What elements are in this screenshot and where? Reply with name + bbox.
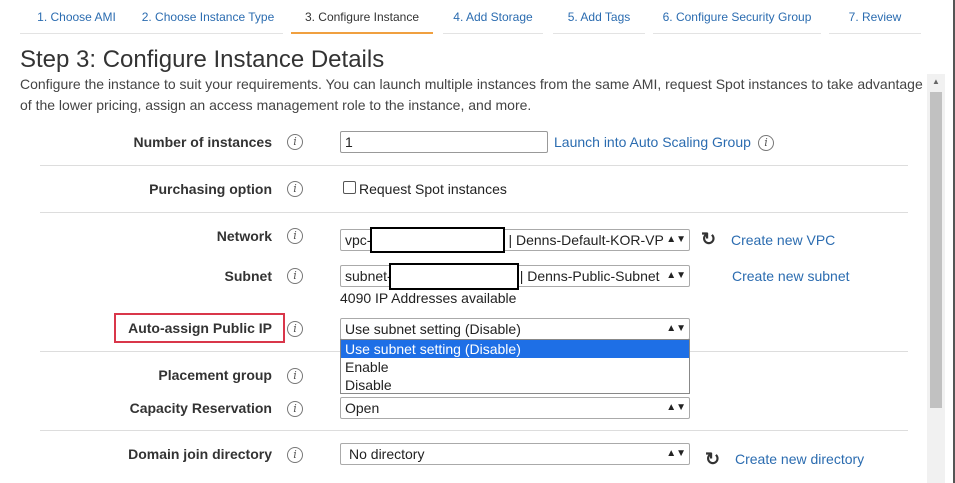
auto-assign-ip-select[interactable]: Use subnet setting (Disable) ▲▼ [340, 318, 690, 340]
vertical-scrollbar[interactable]: ▲ [927, 74, 945, 483]
tab-add-storage[interactable]: 4. Add Storage [443, 0, 543, 34]
spot-instances-checkbox[interactable] [343, 181, 356, 194]
spot-instances-label: Request Spot instances [359, 181, 507, 197]
redaction-box [370, 227, 505, 253]
subnet-prefix: subnet- [345, 268, 392, 284]
scroll-thumb[interactable] [930, 92, 942, 408]
page-title: Step 3: Configure Instance Details [20, 46, 385, 73]
tab-configure-security-group[interactable]: 6. Configure Security Group [653, 0, 821, 34]
dropdown-option[interactable]: Enable [341, 358, 689, 376]
refresh-icon[interactable]: ↻ [701, 230, 716, 248]
number-of-instances-input[interactable] [340, 131, 548, 153]
domain-join-label: Domain join directory [128, 446, 272, 462]
divider [40, 212, 908, 213]
tab-add-tags[interactable]: 5. Add Tags [553, 0, 645, 34]
network-prefix: vpc- [345, 232, 372, 248]
info-icon[interactable]: i [287, 368, 303, 384]
dropdown-option[interactable]: Disable [341, 376, 689, 394]
divider [40, 430, 908, 431]
auto-assign-ip-value: Use subnet setting (Disable) [345, 321, 521, 337]
info-icon[interactable]: i [287, 181, 303, 197]
network-name: | Denns-Default-KOR-VPC [508, 232, 674, 248]
select-arrow-icon: ▲▼ [664, 398, 686, 418]
create-subnet-link[interactable]: Create new subnet [732, 268, 850, 284]
purchasing-option-label: Purchasing option [149, 181, 272, 197]
capacity-reservation-value: Open [345, 400, 380, 416]
tab-configure-instance[interactable]: 3. Configure Instance [291, 0, 433, 34]
divider [40, 165, 908, 166]
info-icon[interactable]: i [287, 321, 303, 337]
page-description: Configure the instance to suit your requ… [20, 76, 923, 113]
auto-assign-ip-label: Auto-assign Public IP [128, 320, 272, 336]
subnet-ip-info: 4090 IP Addresses available [340, 290, 517, 306]
domain-join-value: No directory [349, 446, 425, 462]
network-label: Network [216, 228, 272, 244]
domain-join-select[interactable]: No directory ▲▼ [340, 443, 690, 465]
scroll-up-icon[interactable]: ▲ [927, 74, 945, 90]
select-arrow-icon: ▲▼ [664, 266, 686, 286]
auto-assign-ip-dropdown: Use subnet setting (Disable) Enable Disa… [340, 339, 690, 394]
select-arrow-icon: ▲▼ [664, 319, 686, 339]
tab-choose-ami[interactable]: 1. Choose AMI [20, 0, 133, 34]
capacity-reservation-select[interactable]: Open ▲▼ [340, 397, 690, 419]
redaction-box [389, 263, 519, 290]
select-arrow-icon: ▲▼ [664, 230, 686, 250]
info-icon[interactable]: i [287, 447, 303, 463]
refresh-icon[interactable]: ↻ [705, 450, 720, 468]
placement-group-label: Placement group [158, 367, 272, 383]
info-icon[interactable]: i [758, 135, 774, 151]
launch-auto-scaling-link[interactable]: Launch into Auto Scaling Group [554, 134, 751, 150]
create-directory-link[interactable]: Create new directory [735, 451, 864, 467]
info-icon[interactable]: i [287, 228, 303, 244]
subnet-name: | Denns-Public-Subnet | [519, 268, 668, 284]
tab-review[interactable]: 7. Review [829, 0, 921, 34]
tab-choose-instance-type[interactable]: 2. Choose Instance Type [133, 0, 283, 34]
info-icon[interactable]: i [287, 401, 303, 417]
select-arrow-icon: ▲▼ [664, 444, 686, 464]
info-icon[interactable]: i [287, 134, 303, 150]
info-icon[interactable]: i [287, 268, 303, 284]
wizard-tabs: 1. Choose AMI 2. Choose Instance Type 3.… [0, 0, 925, 34]
number-of-instances-label: Number of instances [133, 134, 272, 150]
dropdown-option[interactable]: Use subnet setting (Disable) [341, 340, 689, 358]
create-vpc-link[interactable]: Create new VPC [731, 232, 835, 248]
capacity-reservation-label: Capacity Reservation [129, 400, 272, 416]
subnet-label: Subnet [224, 268, 272, 284]
